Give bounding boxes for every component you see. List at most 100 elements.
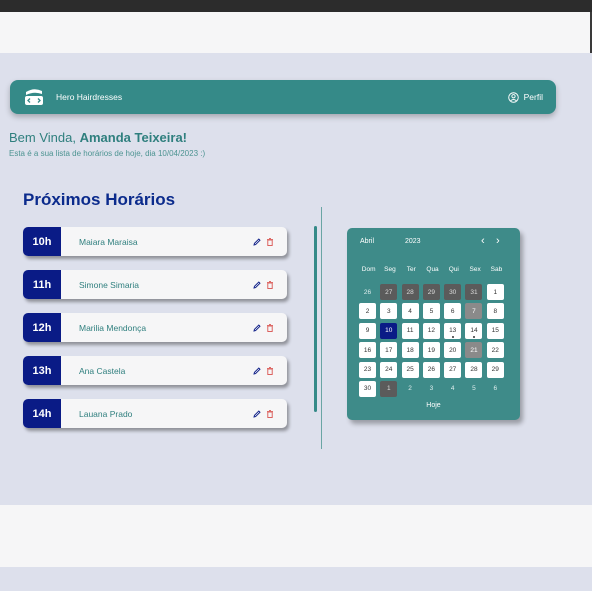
calendar-days: 26 27 28 29 30 31 1 2 3 4 5 6 7 8 9 10 11 12 13 14 15 16 17 18 1… [359, 284, 508, 400]
calendar-day[interactable]: 20 [444, 342, 462, 359]
trash-icon[interactable] [265, 237, 275, 247]
calendar-day[interactable]: 18 [401, 342, 419, 359]
calendar-day-number: 6 [450, 307, 455, 315]
weekday-label: Qui [448, 266, 459, 273]
calendar-day[interactable]: 16 [359, 342, 376, 359]
calendar-day[interactable]: 15 [486, 322, 504, 339]
calendar-day[interactable]: 12 [422, 322, 440, 339]
today-button[interactable]: Hoje [347, 402, 520, 409]
calendar-day[interactable]: 11 [401, 322, 419, 339]
pencil-icon[interactable] [252, 323, 262, 333]
calendar-day[interactable]: 31 [465, 284, 483, 300]
hero-mask-logo-icon[interactable] [23, 86, 45, 108]
brand-name: Hero Hairdresses [56, 92, 123, 102]
calendar-day-number: 26 [363, 288, 372, 296]
calendar-day[interactable]: 5 [465, 381, 482, 397]
calendar-day-number: 28 [406, 288, 414, 296]
calendar-year[interactable]: 2023 [405, 238, 421, 245]
greeting: Bem Vinda, [9, 130, 76, 145]
welcome-heading: Bem Vinda, Amanda Teixeira! [9, 130, 187, 145]
appointment-hour: 11h [23, 270, 61, 299]
calendar-day[interactable]: 4 [444, 381, 461, 397]
calendar-day-number: 1 [386, 385, 391, 393]
calendar-day-today[interactable]: 10 [380, 322, 398, 339]
calendar-day-number: 20 [449, 346, 457, 354]
calendar-day[interactable]: 29 [486, 361, 504, 378]
calendar-day[interactable]: 6 [487, 381, 504, 397]
calendar-day[interactable]: 6 [444, 303, 462, 320]
trash-icon[interactable] [265, 280, 275, 290]
calendar-day[interactable]: 2 [402, 381, 419, 397]
calendar-day-number: 30 [363, 385, 372, 393]
calendar-day[interactable]: 1 [380, 380, 398, 397]
appointment-row[interactable]: 13h Ana Castela [23, 356, 287, 385]
calendar-day[interactable]: 19 [422, 342, 440, 359]
calendar-day-number: 29 [427, 288, 435, 296]
calendar-day-number: 3 [429, 385, 434, 393]
pencil-icon[interactable] [252, 237, 262, 247]
calendar-day-number: 4 [450, 385, 455, 393]
calendar-day[interactable]: 9 [359, 322, 376, 339]
calendar-day[interactable]: 30 [359, 380, 376, 397]
calendar-day-number: 3 [386, 307, 391, 315]
appointment-client: Ana Castela [79, 365, 126, 376]
calendar-day[interactable]: 26 [422, 361, 440, 378]
calendar-day[interactable]: 8 [486, 303, 504, 320]
calendar-day-number: 21 [470, 346, 478, 354]
calendar-day[interactable]: 7 [465, 303, 483, 320]
welcome-subtitle: Esta é a sua lista de horários de hoje, … [9, 149, 206, 158]
calendar-month[interactable]: Abril [360, 238, 374, 245]
chevron-right-icon[interactable]: › [496, 235, 500, 247]
calendar-day[interactable]: 5 [422, 303, 440, 320]
calendar-day-number: 1 [493, 288, 498, 296]
calendar-day[interactable]: 30 [444, 284, 462, 300]
trash-icon[interactable] [265, 409, 275, 419]
vertical-divider [321, 207, 322, 449]
pencil-icon[interactable] [252, 366, 262, 376]
calendar-day[interactable]: 17 [380, 342, 398, 359]
calendar-day-number: 16 [363, 346, 372, 354]
calendar-day[interactable]: 2 [359, 303, 376, 320]
appointment-row[interactable]: 14h Lauana Prado [23, 399, 287, 428]
pencil-icon[interactable] [252, 409, 262, 419]
calendar-day[interactable]: 26 [359, 284, 376, 300]
calendar-day-number: 2 [365, 307, 370, 315]
calendar-day-number: 29 [491, 366, 499, 374]
weekday-label: Qua [426, 266, 439, 273]
appointment-row[interactable]: 11h Simone Simaria [23, 270, 287, 299]
calendar-day[interactable]: 3 [423, 381, 440, 397]
calendar-day-number: 12 [427, 327, 435, 335]
trash-icon[interactable] [265, 323, 275, 333]
chevron-left-icon[interactable]: ‹ [481, 235, 485, 247]
user-circle-icon [507, 91, 519, 103]
calendar-day[interactable]: 28 [465, 361, 483, 378]
calendar-day-number: 17 [385, 346, 393, 354]
calendar-day[interactable]: 3 [380, 303, 398, 320]
calendar-day[interactable]: 22 [486, 342, 504, 359]
event-dot [472, 335, 475, 338]
calendar-day[interactable]: 29 [422, 284, 440, 300]
trash-icon[interactable] [265, 366, 275, 376]
calendar-day-number: 26 [427, 366, 435, 374]
pencil-icon[interactable] [252, 280, 262, 290]
calendar-day[interactable]: 27 [444, 361, 462, 378]
calendar-weekdays: Dom Seg Ter Qua Qui Sex Sab [358, 266, 507, 273]
calendar-day[interactable]: 1 [486, 284, 504, 300]
appointment-client: Maiara Maraisa [79, 236, 138, 247]
appointment-row[interactable]: 10h Maiara Maraisa [23, 227, 287, 256]
profile-button[interactable]: Perfil [507, 80, 543, 114]
calendar-day[interactable]: 14 [465, 322, 483, 339]
calendar-day[interactable]: 25 [401, 361, 419, 378]
calendar-day-number: 7 [472, 307, 476, 315]
calendar-day[interactable]: 28 [401, 284, 419, 300]
window-top-bar [0, 0, 592, 12]
calendar-day[interactable]: 4 [401, 303, 419, 320]
calendar-day[interactable]: 27 [380, 284, 398, 300]
schedule-scrollbar[interactable] [314, 226, 317, 412]
calendar-day[interactable]: 24 [380, 361, 398, 378]
calendar-day-number: 31 [470, 288, 478, 296]
calendar-day[interactable]: 21 [465, 342, 483, 359]
calendar-day[interactable]: 13 [444, 322, 462, 339]
calendar-day[interactable]: 23 [359, 361, 376, 378]
appointment-row[interactable]: 12h Marilia Mendonça [23, 313, 287, 342]
